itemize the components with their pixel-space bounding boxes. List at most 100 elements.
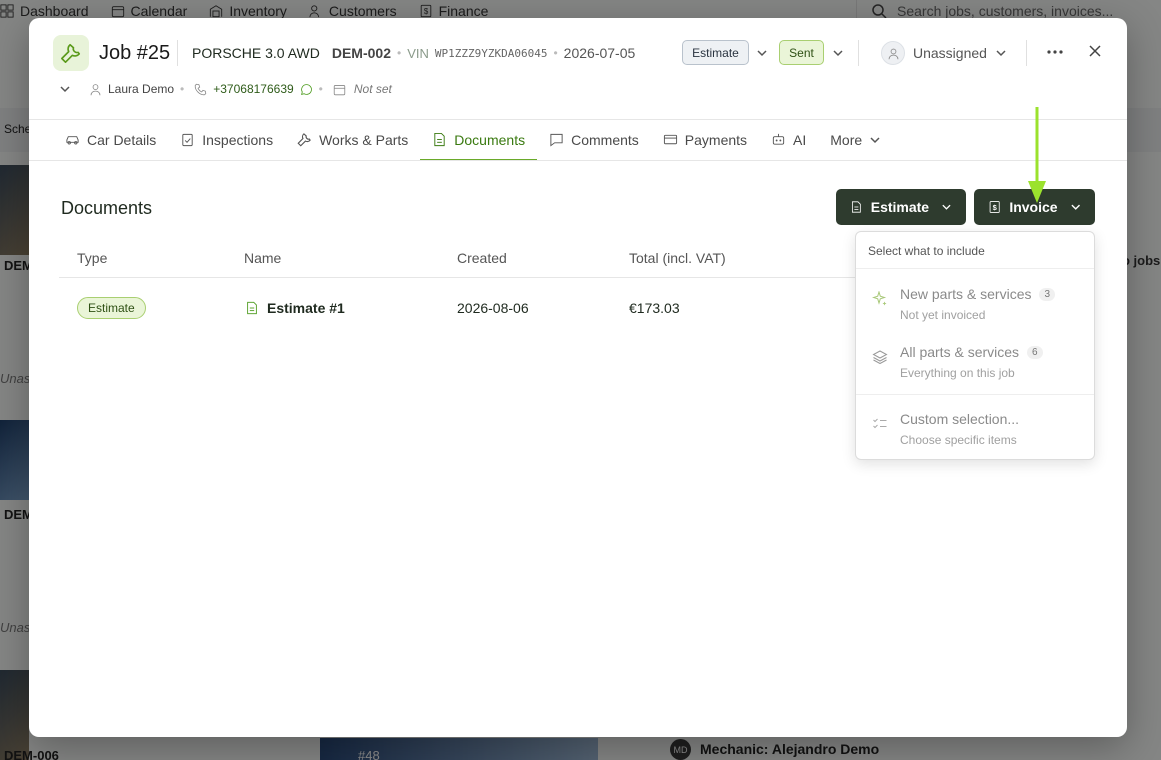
tab-inspections[interactable]: Inspections: [168, 119, 285, 160]
document-icon: [434, 132, 445, 147]
table-header-divider: [59, 277, 855, 278]
count-badge: 3: [1039, 288, 1056, 301]
tab-works-parts[interactable]: Works & Parts: [285, 119, 420, 160]
tab-payments[interactable]: Payments: [651, 119, 759, 160]
menu-item-label: Custom selection...: [900, 411, 1020, 427]
column-header-name: Name: [244, 250, 282, 266]
annotation-arrow-icon: [1028, 107, 1046, 203]
avatar: [881, 41, 905, 65]
user-icon: [888, 48, 898, 59]
chevron-down-icon[interactable]: [59, 83, 71, 95]
separator-dot: •: [553, 46, 558, 60]
tab-ai[interactable]: AI: [759, 119, 818, 160]
chevron-down-icon[interactable]: [756, 47, 768, 59]
tab-label: Car Details: [87, 131, 157, 148]
tab-label: Comments: [571, 131, 639, 148]
column-header-created: Created: [457, 250, 507, 266]
user-icon: [90, 83, 101, 95]
svg-text:$: $: [993, 203, 998, 212]
menu-item-all-parts[interactable]: All parts & services 6 Everything on this…: [856, 342, 1094, 394]
tab-label: Works & Parts: [319, 131, 409, 148]
more-options-icon[interactable]: [1045, 44, 1065, 60]
invoice-dropdown-menu: Select what to include New parts & servi…: [855, 231, 1095, 460]
calendar-icon: [333, 84, 346, 95]
tab-comments[interactable]: Comments: [537, 119, 651, 160]
document-created: 2026-08-06: [457, 300, 529, 316]
menu-item-label: All parts & services 6: [900, 344, 1043, 360]
divider: [858, 40, 859, 66]
menu-item-custom-selection[interactable]: Custom selection... Choose specific item…: [856, 409, 1094, 461]
document-type-badge: Estimate: [77, 297, 146, 319]
tab-documents[interactable]: Documents: [420, 119, 537, 161]
tab-car-details[interactable]: Car Details: [53, 119, 168, 160]
divider: [1026, 40, 1027, 66]
whatsapp-icon[interactable]: [300, 83, 313, 96]
phone-number[interactable]: +37068176639: [213, 82, 293, 96]
document-name: Estimate #1: [267, 300, 345, 316]
create-estimate-button[interactable]: Estimate: [836, 189, 966, 225]
sent-status-badge[interactable]: Sent: [779, 40, 824, 65]
sparkles-icon: [872, 291, 887, 306]
tab-label: Documents: [454, 131, 526, 148]
divider: [177, 40, 178, 66]
count-badge: 6: [1027, 346, 1043, 359]
documents-title: Documents: [61, 198, 153, 218]
credit-card-icon: [663, 134, 677, 145]
estimate-button-label: Estimate: [870, 199, 930, 215]
tab-more[interactable]: More: [818, 119, 893, 160]
menu-item-description: Everything on this job: [900, 366, 1015, 380]
comment-icon: [550, 133, 563, 147]
close-icon[interactable]: [1088, 44, 1102, 58]
clipboard-check-icon: [182, 133, 193, 147]
separator-dot: •: [318, 82, 323, 96]
document-name-link[interactable]: Estimate #1: [245, 300, 345, 316]
tab-label: Payments: [684, 131, 748, 148]
menu-item-text: All parts & services: [900, 344, 1020, 360]
separator-dot: •: [180, 82, 185, 96]
car-icon: [66, 136, 79, 145]
column-header-total: Total (incl. VAT): [629, 250, 726, 266]
tab-label: Inspections: [202, 131, 274, 148]
menu-item-new-parts[interactable]: New parts & services 3 Not yet invoiced: [856, 284, 1094, 336]
wrench-icon: [297, 133, 311, 147]
menu-item-text: New parts & services: [900, 286, 1032, 302]
job-modal: Job #25 PORSCHE 3.0 AWD DEM-002 • VIN WP…: [29, 18, 1127, 737]
document-total: €173.03: [629, 300, 680, 316]
tab-label: AI: [793, 131, 807, 148]
divider: [856, 394, 1094, 395]
divider: [856, 268, 1094, 269]
wrench-icon: [61, 43, 81, 63]
chevron-down-icon: [1070, 204, 1080, 210]
dropdown-header: Select what to include: [868, 244, 985, 258]
menu-item-description: Not yet invoiced: [900, 308, 986, 322]
estimate-status-badge[interactable]: Estimate: [682, 40, 749, 65]
divider: [29, 160, 1127, 161]
menu-item-description: Choose specific items: [900, 433, 1017, 447]
column-header-type: Type: [77, 250, 108, 266]
customer-name[interactable]: Laura Demo: [108, 82, 174, 96]
car-info: PORSCHE 3.0 AWD DEM-002 • VIN WP1ZZZ9YZK…: [192, 45, 635, 61]
assignee-selector[interactable]: Unassigned: [881, 41, 1007, 65]
layers-icon: [872, 350, 888, 365]
tab-bar: Car Details Inspections Works & Parts Do…: [53, 119, 893, 161]
chevron-down-icon: [942, 204, 951, 210]
assignee-label: Unassigned: [913, 45, 987, 61]
invoice-icon: $: [989, 201, 1000, 213]
separator-dot: •: [397, 46, 402, 60]
chevron-down-icon: [996, 50, 1006, 57]
vin-number: WP1ZZZ9YZKDA06045: [434, 46, 548, 60]
job-icon: [53, 35, 89, 71]
menu-item-label: New parts & services 3: [900, 286, 1056, 302]
phone-icon: [195, 83, 207, 95]
checklist-icon: [873, 418, 887, 429]
car-model: PORSCHE 3.0 AWD: [192, 45, 320, 61]
chevron-down-icon: [870, 136, 880, 143]
document-icon: [851, 201, 861, 213]
schedule-value[interactable]: Not set: [354, 82, 392, 96]
chevron-down-icon[interactable]: [832, 47, 844, 59]
job-title: Job #25: [99, 42, 171, 64]
document-icon: [247, 301, 257, 315]
job-date: 2026-07-05: [563, 45, 636, 61]
customer-info-row: Laura Demo • +37068176639 • Not set: [59, 82, 392, 96]
robot-icon: [772, 133, 785, 145]
